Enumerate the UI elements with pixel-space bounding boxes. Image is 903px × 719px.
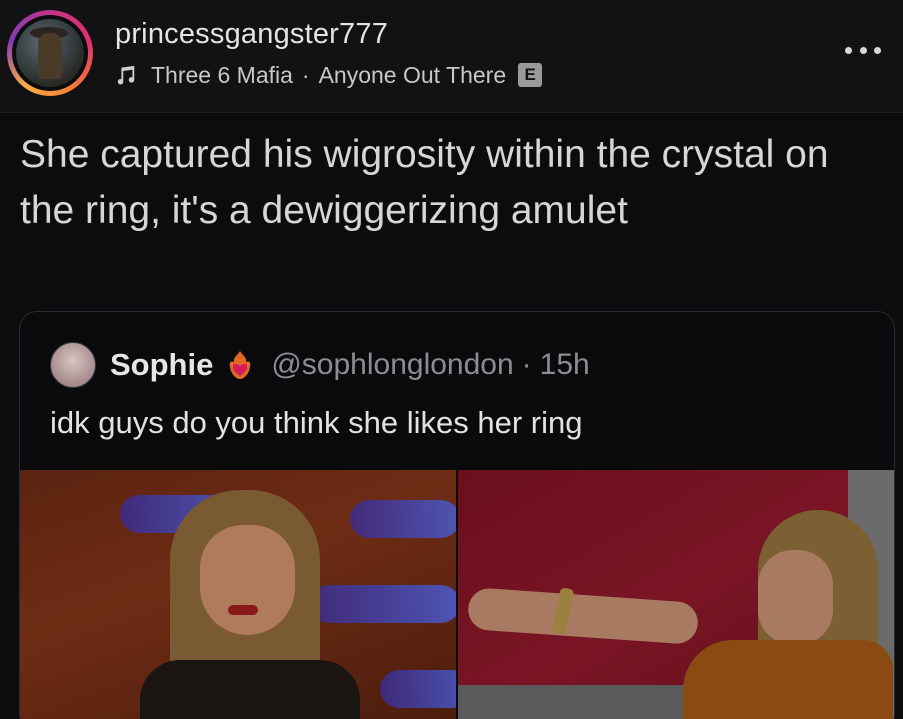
music-separator: · bbox=[301, 61, 310, 88]
more-dot-icon bbox=[845, 46, 852, 54]
music-track: Anyone Out There bbox=[318, 61, 507, 88]
person-body-shape bbox=[683, 640, 893, 719]
quoted-tweet-text: idk guys do you think she likes her ring bbox=[50, 405, 583, 440]
avatar-story-ring[interactable] bbox=[7, 10, 93, 96]
person-arm-shape bbox=[466, 587, 700, 645]
quoted-tweet-media[interactable] bbox=[20, 470, 894, 719]
background-light-bar bbox=[350, 500, 456, 538]
quoted-timestamp[interactable]: 15h bbox=[540, 348, 590, 382]
more-dot-icon bbox=[874, 46, 881, 54]
more-dot-icon bbox=[859, 46, 867, 54]
avatar-figure-shape bbox=[38, 33, 62, 79]
music-note-icon bbox=[117, 65, 135, 85]
person-face-shape bbox=[758, 550, 833, 645]
quoted-author-avatar[interactable] bbox=[50, 342, 96, 388]
avatar-image bbox=[16, 19, 84, 87]
quoted-tweet-card[interactable]: Sophie @sophlonglondon · 15h idk guys do… bbox=[19, 311, 895, 719]
background-light-bar bbox=[310, 585, 456, 623]
post: princessgangster777 Three 6 Mafia · Anyo… bbox=[0, 0, 903, 719]
music-attribution[interactable]: Three 6 Mafia · Anyone Out There E bbox=[115, 60, 543, 90]
post-header: princessgangster777 Three 6 Mafia · Anyo… bbox=[0, 0, 903, 113]
heart-fire-emoji-icon bbox=[229, 351, 251, 379]
more-options-button[interactable] bbox=[845, 42, 881, 58]
background-light-bar bbox=[380, 670, 456, 708]
explicit-badge: E bbox=[518, 63, 543, 87]
quoted-author-handle[interactable]: @sophlonglondon bbox=[271, 348, 513, 382]
music-artist: Three 6 Mafia bbox=[151, 61, 293, 88]
media-photo-right[interactable] bbox=[458, 470, 894, 719]
quoted-separator: · bbox=[521, 348, 532, 381]
media-photo-left[interactable] bbox=[20, 470, 458, 719]
person-lips-shape bbox=[228, 605, 258, 615]
quoted-author-name[interactable]: Sophie bbox=[110, 347, 213, 383]
person-body-shape bbox=[140, 660, 360, 719]
avatar[interactable] bbox=[12, 15, 88, 91]
username[interactable]: princessgangster777 bbox=[115, 18, 388, 51]
quoted-tweet-header: Sophie @sophlonglondon · 15h bbox=[50, 342, 590, 388]
post-caption: She captured his wigrosity within the cr… bbox=[20, 133, 829, 232]
person-face-shape bbox=[200, 525, 295, 635]
